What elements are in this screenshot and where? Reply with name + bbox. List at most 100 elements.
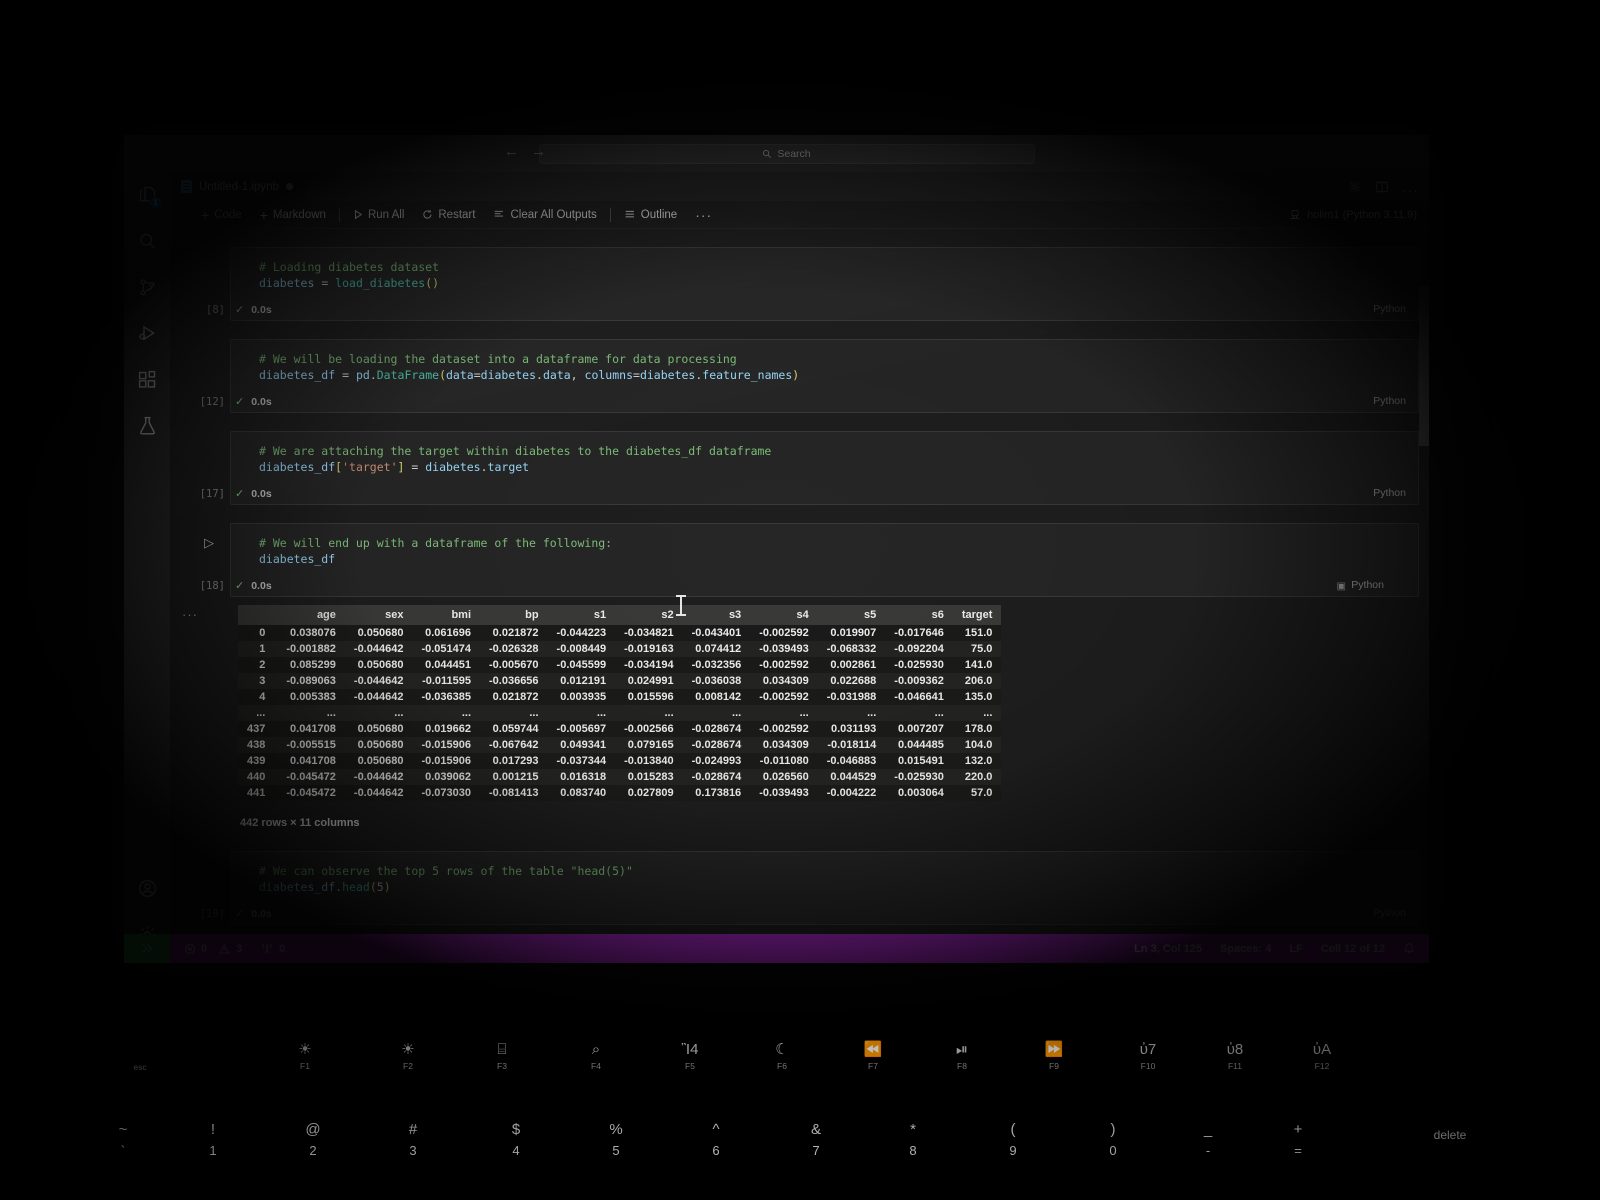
ports-indicator[interactable]: 0 <box>260 942 285 955</box>
key-label: F2 <box>403 1061 413 1071</box>
outline-button[interactable]: Outline <box>615 204 686 226</box>
arrow-left-icon[interactable]: ← <box>504 144 519 159</box>
table-cell: -0.024993 <box>691 755 742 767</box>
remote-indicator[interactable] <box>124 934 170 963</box>
key-7[interactable]: & 7 <box>788 1122 844 1158</box>
key-f6[interactable]: ☾ F6 <box>752 1042 812 1071</box>
table-cell: 0.007207 <box>897 723 944 735</box>
sidebar-item-accounts[interactable] <box>124 865 170 911</box>
ellipsis-icon[interactable]: ··· <box>1402 183 1419 197</box>
indentation-setting[interactable]: Spaces: 4 <box>1220 943 1271 955</box>
run-cell-button[interactable]: ▷ <box>204 535 214 551</box>
cell-language[interactable]: Python <box>1373 303 1406 315</box>
table-row: 437 0.041708 0.050680 0.019662 0.059744 -0.00… <box>238 721 1002 737</box>
table-cell: 0.003064 <box>897 787 944 799</box>
key-f2[interactable]: ☀ F2 <box>378 1042 438 1071</box>
key-9[interactable]: (9 <box>985 1122 1041 1158</box>
bell-icon[interactable] <box>1403 941 1415 957</box>
jupyter-variables-icon[interactable]: ▣ <box>1337 581 1346 592</box>
notebook-cell[interactable]: # We will be loading the dataset into a … <box>170 339 1429 413</box>
notebook-canvas[interactable]: # Loading diabetes dataset diabetes = lo… <box>170 229 1429 934</box>
key-4[interactable]: $4 <box>488 1122 544 1158</box>
key-=[interactable]: + = <box>1270 1122 1326 1158</box>
key-f3[interactable]: ⌸ F3 <box>472 1042 532 1071</box>
add-code-cell-button[interactable]: + Code <box>192 204 251 226</box>
key-f4[interactable]: ⌕ F4 <box>566 1042 626 1071</box>
table-cell: 0.019907 <box>830 627 877 639</box>
search-icon <box>139 233 155 249</box>
sidebar-item-run-and-debug[interactable] <box>124 310 170 356</box>
key-5[interactable]: % 5 <box>588 1122 644 1158</box>
notebook-cell[interactable]: ▷ # We will end up with a dataframe of t… <box>170 523 1429 829</box>
key-3[interactable]: #3 <box>385 1122 441 1158</box>
key-f8[interactable]: ⏯ F8 <box>932 1042 992 1071</box>
key-esc[interactable]: esc <box>110 1058 170 1072</box>
key-1[interactable]: ! 1 <box>185 1122 241 1158</box>
key-`[interactable]: ~ ` <box>95 1122 151 1158</box>
key-delete[interactable]: delete <box>1410 1122 1490 1142</box>
sidebar-item-testing[interactable] <box>124 402 170 448</box>
success-check-icon: ✓ <box>235 488 245 500</box>
key-f10[interactable]: ὐ7 F10 <box>1118 1042 1178 1071</box>
key-8[interactable]: * 8 <box>885 1122 941 1158</box>
key-shift-glyph: ^ <box>712 1121 720 1138</box>
tab-untitled-1-ipynb[interactable]: Untitled-1.ipynb <box>170 172 306 201</box>
table-cell: 0.049341 <box>560 739 607 751</box>
column-header-age: age <box>277 605 345 625</box>
output-more-actions[interactable]: ··· <box>182 607 198 622</box>
gear-icon[interactable] <box>1348 180 1362 199</box>
cell-source[interactable]: # We will be loading the dataset into a … <box>231 340 1418 391</box>
cell-language[interactable]: Python <box>1351 579 1384 591</box>
eol-setting[interactable]: LF <box>1289 943 1302 955</box>
laptop-photo: ← → Search 1 Untitled-1.ipynb ··· + Code… <box>0 0 1600 1200</box>
key-f9[interactable]: ⏩ F9 <box>1024 1042 1084 1071</box>
cell-language[interactable]: Python <box>1373 907 1406 919</box>
key-f7[interactable]: ⏪ F7 <box>843 1042 903 1071</box>
problems-indicator[interactable]: 0 3 <box>184 943 242 955</box>
sidebar-item-explorer[interactable]: 1 <box>124 172 170 218</box>
key-label: F10 <box>1140 1061 1156 1071</box>
arrow-right-icon[interactable]: → <box>531 144 546 159</box>
key-0[interactable]: ) 0 <box>1085 1122 1141 1158</box>
notebook-cell[interactable]: # Loading diabetes dataset diabetes = lo… <box>170 247 1429 321</box>
unsaved-indicator[interactable] <box>285 183 293 190</box>
key-f5[interactable]: Ἲ4 F5 <box>660 1042 720 1071</box>
plus-icon: + <box>259 206 268 223</box>
key-shift-glyph: ~ <box>118 1121 128 1138</box>
table-cell: -0.045472 <box>286 787 336 799</box>
restart-button[interactable]: Restart <box>413 204 484 226</box>
cell-source[interactable]: # We can observe the top 5 rows of the t… <box>231 852 1418 903</box>
key-2[interactable]: @2 <box>285 1122 341 1158</box>
kernel-selector[interactable]: holim1 (Python 3.11.9) <box>1289 209 1417 221</box>
table-cell: -0.026328 <box>489 643 539 655</box>
cell-language[interactable]: Python <box>1373 487 1406 499</box>
key-6[interactable]: ^ 6 <box>688 1122 744 1158</box>
notebook-cell[interactable]: # We are attaching the target within dia… <box>170 431 1429 505</box>
key--[interactable]: _ - <box>1180 1122 1236 1158</box>
toolbar-more-button[interactable]: ··· <box>686 204 721 226</box>
sidebar-item-source-control[interactable] <box>124 264 170 310</box>
run-all-button[interactable]: Run All <box>344 204 413 226</box>
cell-source[interactable]: # We will end up with a dataframe of the… <box>231 524 1418 575</box>
table-cell: -0.015906 <box>421 739 471 751</box>
split-editor-icon[interactable] <box>1375 180 1389 199</box>
add-markdown-cell-button[interactable]: + Markdown <box>251 204 335 226</box>
key-f12[interactable]: ὐA F12 <box>1292 1042 1352 1071</box>
code-identifier: diabetes_df <box>259 552 336 566</box>
key-f11[interactable]: ὐ8 F11 <box>1205 1042 1265 1071</box>
key-f1[interactable]: ☀ F1 <box>275 1042 335 1071</box>
cell-position[interactable]: Cell 12 of 12 <box>1321 943 1385 955</box>
key-shift-glyph: ( <box>1010 1121 1016 1138</box>
restart-label: Restart <box>438 208 476 221</box>
ellipsis-icon: ··· <box>695 206 713 223</box>
table-cell: ... <box>394 707 404 719</box>
cell-source[interactable]: # We are attaching the target within dia… <box>231 432 1418 483</box>
cursor-position[interactable]: Ln 3, Col 125 <box>1134 943 1202 955</box>
clear-all-outputs-button[interactable]: Clear All Outputs <box>484 204 605 226</box>
notebook-cell[interactable]: # We can observe the top 5 rows of the t… <box>170 851 1429 925</box>
sidebar-item-search[interactable] <box>124 218 170 264</box>
sidebar-item-extensions[interactable] <box>124 356 170 402</box>
cell-language[interactable]: Python <box>1373 395 1406 407</box>
command-center-search[interactable]: Search <box>538 143 1035 164</box>
cell-source[interactable]: # Loading diabetes dataset diabetes = lo… <box>231 248 1418 299</box>
